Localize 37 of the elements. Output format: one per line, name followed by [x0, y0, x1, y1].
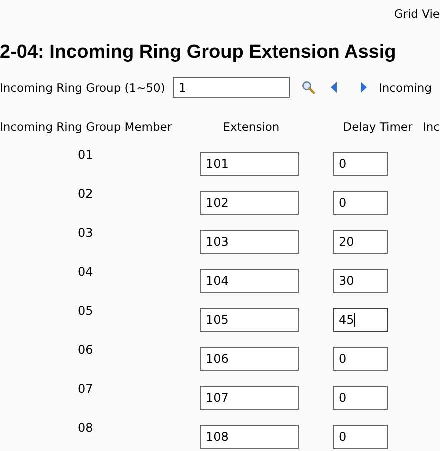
- extension-field[interactable]: 102: [200, 191, 299, 215]
- extension-field[interactable]: 101: [200, 152, 299, 176]
- column-header: Extension: [222, 120, 281, 134]
- delay-timer-field[interactable]: 0: [333, 425, 388, 449]
- delay-timer-field[interactable]: 0: [333, 191, 388, 215]
- member-number: 06: [77, 343, 94, 357]
- ring-group-field[interactable]: 1: [173, 77, 290, 98]
- search-icon[interactable]: [302, 81, 315, 94]
- extension-field[interactable]: 107: [200, 386, 299, 410]
- extension-field[interactable]: 105: [200, 308, 299, 332]
- delay-timer-field[interactable]: 20: [333, 230, 388, 254]
- column-header: Delay Timer: [342, 120, 414, 134]
- delay-timer-field[interactable]: 45: [333, 308, 388, 332]
- delay-timer-field[interactable]: 0: [333, 386, 388, 410]
- extension-field[interactable]: 106: [200, 347, 299, 371]
- next-arrow-icon[interactable]: [361, 82, 367, 93]
- member-number: 08: [77, 421, 94, 435]
- column-header: Inc: [423, 120, 440, 134]
- extension-field[interactable]: 104: [200, 269, 299, 293]
- column-header: Incoming Ring Group Member: [0, 120, 170, 134]
- member-number: 03: [77, 226, 94, 240]
- extension-field[interactable]: 103: [200, 230, 299, 254]
- member-number: 05: [77, 304, 94, 318]
- incoming-label: Incoming: [379, 80, 432, 94]
- delay-timer-field[interactable]: 0: [333, 347, 388, 371]
- extension-field[interactable]: 108: [200, 425, 299, 449]
- member-number: 01: [77, 148, 94, 162]
- member-number: 02: [77, 187, 94, 201]
- section-heading: 2-04: Incoming Ring Group Extension Assig: [0, 41, 398, 65]
- member-number: 07: [77, 382, 94, 396]
- previous-arrow-icon[interactable]: [331, 82, 337, 93]
- member-number: 04: [77, 265, 94, 279]
- delay-timer-field[interactable]: 0: [333, 152, 388, 176]
- text-cursor: [354, 313, 356, 327]
- ring-group-label: Incoming Ring Group (1~50): [0, 80, 166, 94]
- delay-timer-field[interactable]: 30: [333, 269, 388, 293]
- grid-view-link[interactable]: Grid Vie: [394, 7, 440, 21]
